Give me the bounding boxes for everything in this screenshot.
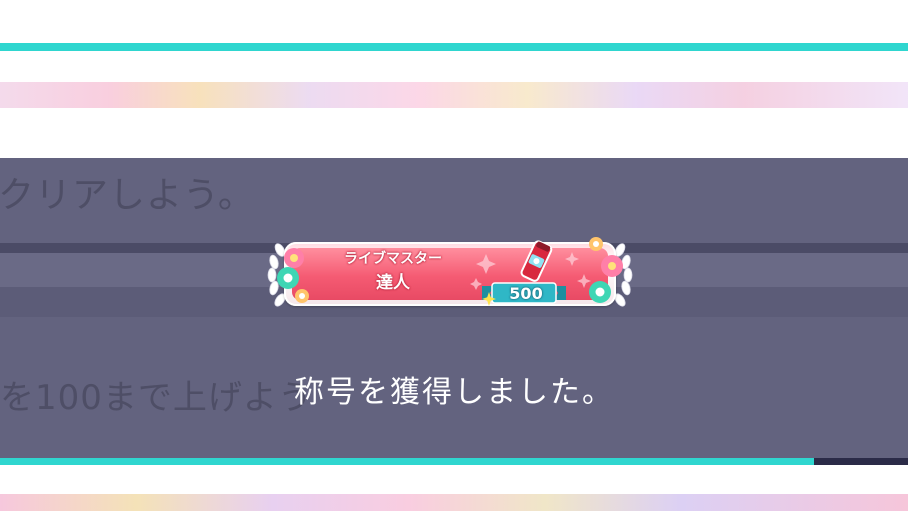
bottom-decorative-band <box>0 494 908 511</box>
stamina-drink-icon <box>520 240 553 282</box>
star-sparkle-icon <box>482 292 496 306</box>
badge-title-line2: 達人 <box>376 273 410 293</box>
flower-left-icon <box>277 248 309 303</box>
reward-message: 称号を獲得しました。 <box>294 375 614 410</box>
top-accent-bar <box>0 43 908 51</box>
mission-description-1: クリアしよう。 <box>0 175 255 216</box>
badge-value: 500 <box>509 284 543 303</box>
badge-title-line1: ライブマスター <box>344 251 442 267</box>
progress-bar-fill <box>0 458 814 465</box>
bottom-panel <box>0 465 908 494</box>
title-badge: ライブマスター 達人 500 <box>267 236 633 314</box>
flower-right-icon <box>589 237 623 303</box>
top-decorative-band <box>0 82 908 108</box>
